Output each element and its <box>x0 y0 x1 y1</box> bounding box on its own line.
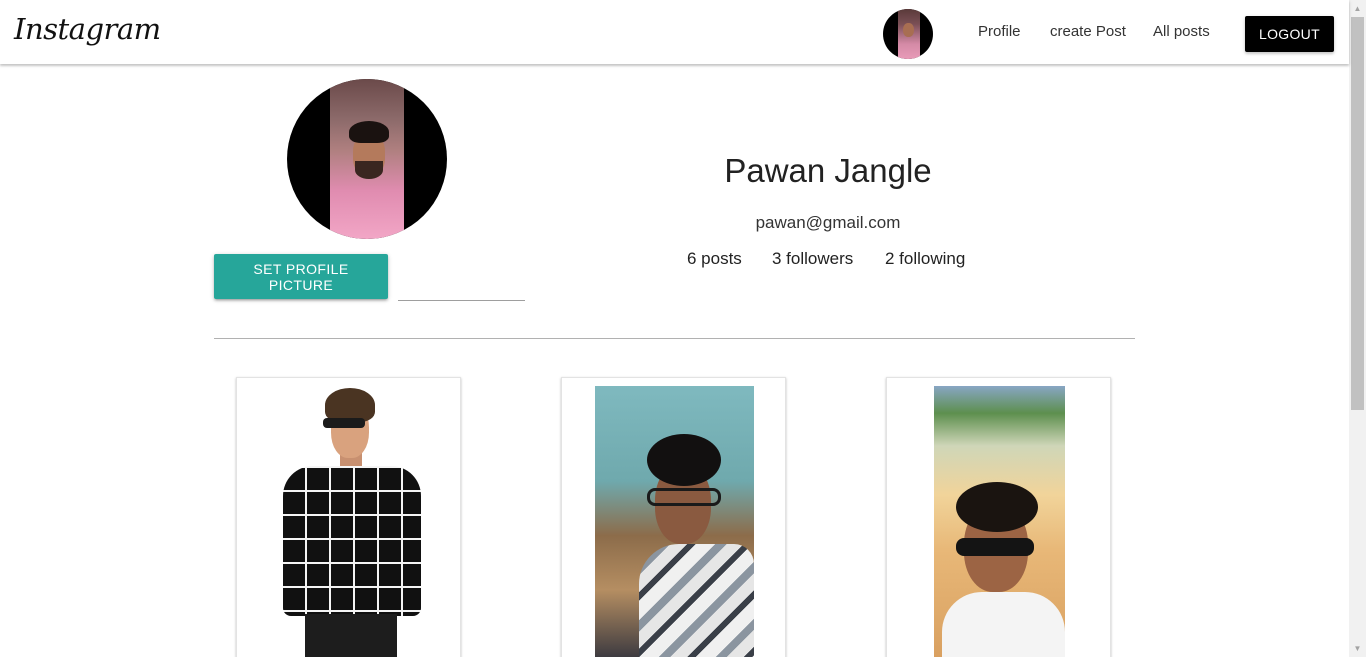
profile-email: pawan@gmail.com <box>755 213 901 232</box>
posts-count: 6 posts <box>687 249 742 268</box>
post-image <box>934 386 1065 657</box>
navbar: Instagram Profile create Post All posts … <box>0 0 1349 64</box>
profile-hair <box>349 121 389 143</box>
post-card[interactable] <box>236 377 461 657</box>
post-card[interactable] <box>886 377 1111 657</box>
nav-link-profile[interactable]: Profile <box>978 22 1021 42</box>
post-image <box>237 378 460 657</box>
scroll-down-icon[interactable]: ▼ <box>1349 640 1366 657</box>
set-profile-picture-button[interactable]: SET PROFILE PICTURE <box>214 254 388 299</box>
scrollbar-thumb[interactable] <box>1351 17 1364 410</box>
vertical-scrollbar[interactable]: ▲ ▼ <box>1349 0 1366 657</box>
profile-beard <box>355 161 383 179</box>
logout-button[interactable]: LOGOUT <box>1245 16 1334 52</box>
page: Instagram Profile create Post All posts … <box>0 0 1366 657</box>
profile-picture <box>287 79 447 239</box>
followers-count: 3 followers <box>772 249 854 268</box>
file-path-input[interactable] <box>398 270 525 301</box>
nav-link-create-post[interactable]: create Post <box>1050 22 1126 42</box>
post-image <box>595 386 754 657</box>
section-divider <box>214 338 1135 339</box>
scroll-up-icon[interactable]: ▲ <box>1349 0 1366 17</box>
brand-logo[interactable]: Instagram <box>14 12 161 46</box>
following-count: 2 following <box>885 249 966 268</box>
nav-link-all-posts[interactable]: All posts <box>1153 22 1210 42</box>
post-card[interactable] <box>561 377 786 657</box>
avatar-face <box>903 23 914 37</box>
profile-name: Pawan Jangle <box>724 152 932 189</box>
nav-avatar[interactable] <box>883 9 933 59</box>
